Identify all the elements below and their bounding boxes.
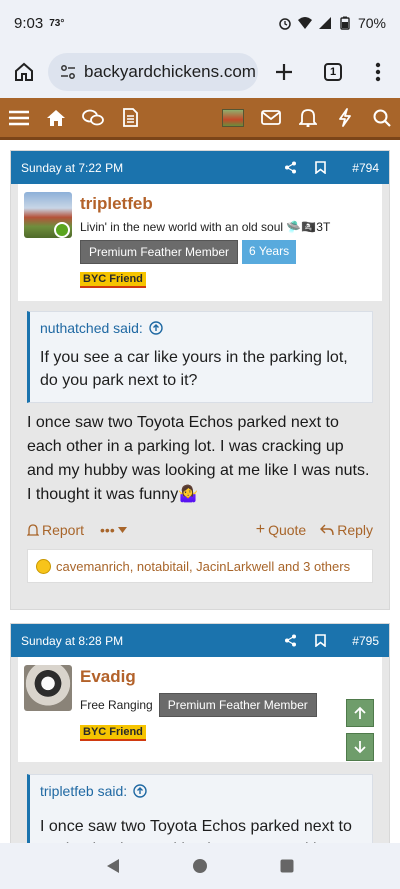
quote-author[interactable]: nuthatched said: [40,320,143,336]
quote-label: Quote [268,522,307,538]
reply-button[interactable]: Reply [320,522,373,538]
plus-icon: + [255,521,266,538]
envelope-icon [260,110,281,125]
url-text: backyardchickens.com [84,62,256,81]
signal-icon [318,17,331,29]
plus-icon [276,64,292,80]
alarm-icon [279,18,291,30]
bookmark-icon[interactable] [315,161,327,174]
thread-content: Sunday at 7:22 PM #794 tripletfeb Livin'… [0,140,400,843]
account-avatar[interactable] [222,108,244,127]
chat-bubbles-icon [81,109,104,125]
post-number[interactable]: #795 [352,634,379,648]
back-icon[interactable] [106,858,120,874]
battery-percent: 70% [357,15,386,31]
new-tab-button[interactable] [258,62,310,82]
username[interactable]: Evadig [80,667,376,687]
lightning-icon [338,108,351,127]
status-bar: 9:03 73° 70% [0,0,400,46]
more-vert-icon [375,62,381,82]
arrow-up-circle-icon[interactable] [149,321,163,335]
bell-outline-icon [27,523,39,536]
site-settings-icon[interactable] [60,65,76,79]
online-indicator [54,222,70,238]
home-button[interactable] [0,61,48,83]
upvote-button[interactable] [346,699,374,727]
browser-toolbar: backyardchickens.com 1 [0,46,400,98]
user-block: tripletfeb Livin' in the new world with … [18,184,382,301]
quote-author[interactable]: tripletfeb said: [40,783,127,799]
post-actions: Report ••• + Quote Reply [27,521,373,539]
quote-block: tripletfeb said: I once saw two Toyota E… [27,774,373,843]
bookmark-icon[interactable] [315,634,327,647]
tab-count: 1 [324,63,342,81]
quote-text: I once saw two Toyota Echos parked next … [40,818,352,843]
more-label: ••• [100,522,115,538]
arrow-up-icon [354,706,366,719]
tab-switcher-button[interactable]: 1 [310,63,356,81]
post-date[interactable]: Sunday at 8:28 PM [21,634,123,648]
post-795: Sunday at 8:28 PM #795 Evadig Free Rangi… [10,623,390,843]
alerts-button[interactable] [289,97,326,139]
avatar[interactable] [24,665,72,711]
hamburger-icon [8,110,29,125]
user-title: Livin' in the new world with an old soul… [80,220,331,234]
search-button[interactable] [363,97,400,139]
home-icon [15,62,33,81]
years-badge: 6 Years [242,240,297,264]
user-block: Evadig Free Ranging Premium Feather Memb… [18,657,382,762]
username[interactable]: tripletfeb [80,194,376,214]
status-icons: 70% [278,15,386,31]
quote-text: If you see a car like yours in the parki… [40,349,348,389]
menu-button[interactable] [0,97,37,139]
post-header: Sunday at 7:22 PM #794 [11,151,389,184]
clock: 9:03 [14,14,44,32]
arrow-up-circle-icon[interactable] [133,784,147,798]
search-icon [373,109,391,127]
forums-button[interactable] [74,97,111,139]
quote-block: nuthatched said: If you see a car like y… [27,311,373,403]
site-nav [0,98,400,140]
member-badge: Premium Feather Member [80,240,239,264]
post-number[interactable]: #794 [352,161,379,175]
inbox-button[interactable] [252,97,289,139]
home-circle-icon[interactable] [192,858,208,874]
system-nav-bar [0,843,400,889]
laugh-emoji-icon [36,558,51,574]
byc-friend-badge: BYC Friend [80,725,146,741]
report-label: Report [42,522,85,538]
share-icon[interactable] [284,161,297,174]
member-badge: Premium Feather Member [158,693,317,717]
browser-menu-button[interactable] [356,62,400,82]
reply-icon [320,524,334,536]
quote-button[interactable]: + Quote [256,521,306,539]
message-body: I once saw two Toyota Echos parked next … [27,414,370,503]
user-title: Free Ranging [80,698,153,712]
articles-button[interactable] [111,97,148,139]
report-button[interactable]: Report [27,522,84,538]
battery-icon [340,16,350,30]
reply-label: Reply [337,522,373,538]
recents-icon[interactable] [280,859,294,873]
post-header: Sunday at 8:28 PM #795 [11,624,389,657]
more-options-button[interactable]: ••• [100,522,127,538]
home-icon [46,109,65,126]
address-bar[interactable]: backyardchickens.com [48,53,258,91]
arrow-down-icon [354,741,366,754]
home-nav-button[interactable] [37,97,74,139]
document-icon [122,108,138,127]
whats-new-button[interactable] [326,97,363,139]
reactions-list[interactable]: cavemanrich, notabitail, JacinLarkwell a… [56,559,350,574]
post-date[interactable]: Sunday at 7:22 PM [21,161,123,175]
byc-friend-badge: BYC Friend [80,272,146,288]
bell-icon [298,109,317,127]
wifi-icon [297,17,312,29]
post-794: Sunday at 7:22 PM #794 tripletfeb Livin'… [10,150,390,610]
reactions-bar[interactable]: cavemanrich, notabitail, JacinLarkwell a… [27,549,373,583]
caret-down-icon [117,527,127,533]
temperature: 73° [49,17,65,29]
downvote-button[interactable] [346,733,374,761]
share-icon[interactable] [284,634,297,647]
